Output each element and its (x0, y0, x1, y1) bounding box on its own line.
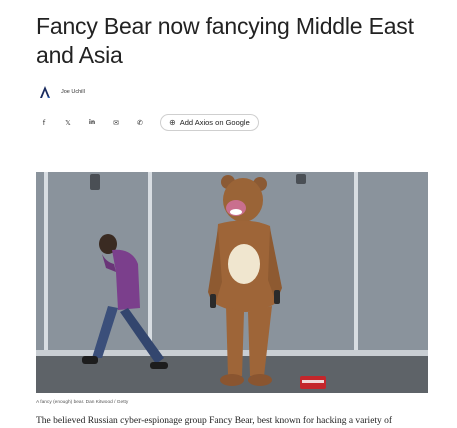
google-button-label: Add Axios on Google (179, 118, 250, 127)
share-bar: f 𝕏 in ✉ ✆ ⊕ Add Axios on Google (36, 114, 259, 131)
photo-caption: A fancy (enough) bear. Dan Kitwood / Get… (36, 400, 129, 405)
add-axios-on-google-button[interactable]: ⊕ Add Axios on Google (160, 114, 259, 131)
google-add-icon: ⊕ (169, 118, 176, 127)
byline: Joe Uchill (38, 85, 85, 99)
linkedin-icon[interactable]: in (84, 115, 100, 131)
red-cup (300, 376, 326, 389)
email-icon[interactable]: ✉ (108, 115, 124, 131)
headline: Fancy Bear now fancying Middle East and … (36, 13, 414, 68)
axios-logo-icon[interactable] (38, 85, 52, 99)
phone-icon[interactable]: ✆ (132, 115, 148, 131)
author-name[interactable]: Joe Uchill (61, 89, 85, 95)
article-body: The believed Russian cyber-espionage gro… (36, 416, 393, 426)
x-icon[interactable]: 𝕏 (60, 115, 76, 131)
article-photo (36, 172, 428, 393)
facebook-icon[interactable]: f (36, 115, 52, 131)
